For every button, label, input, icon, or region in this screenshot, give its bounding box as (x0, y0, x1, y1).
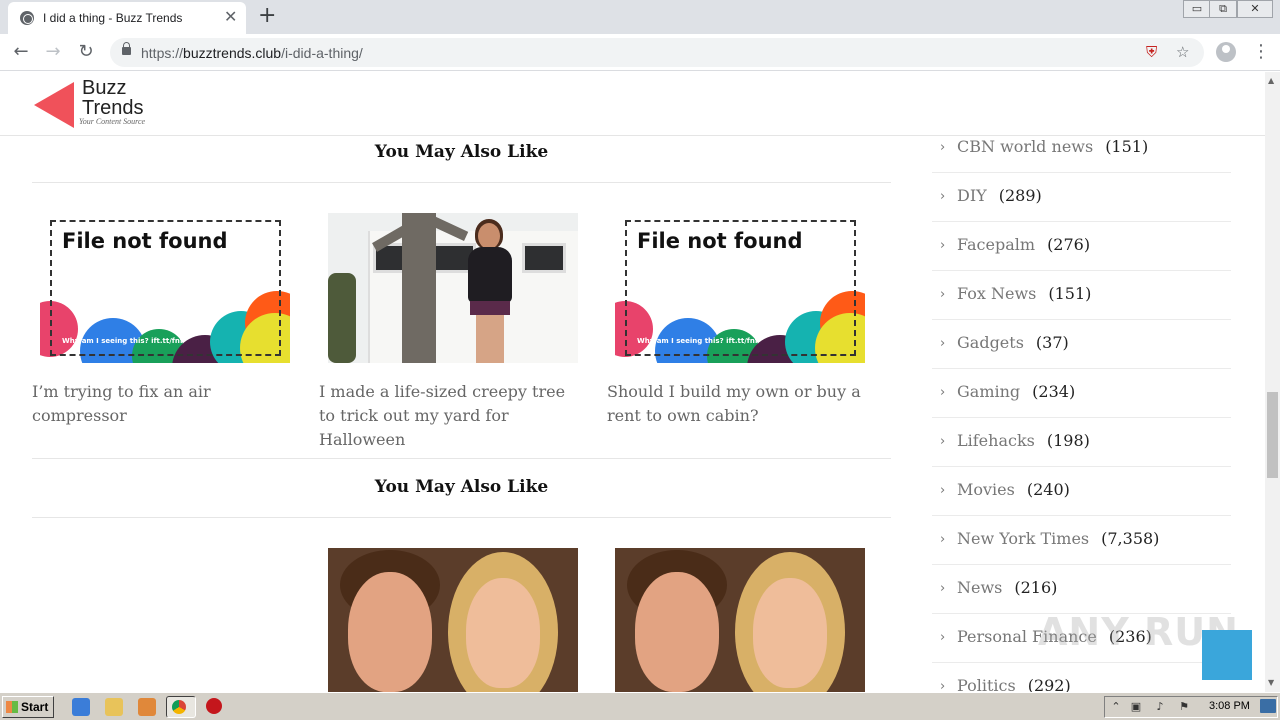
category-item[interactable]: › Fox News (151) (932, 271, 1231, 320)
card-title-link[interactable]: I’m trying to fix an air compressor (32, 380, 292, 428)
show-desktop-icon[interactable] (1260, 699, 1276, 713)
profile-avatar-icon[interactable] (1216, 42, 1236, 62)
card-title-link[interactable]: I made a life-sized creepy tree to trick… (319, 380, 579, 452)
back-arrow-icon[interactable]: ← (11, 42, 31, 62)
chevron-right-icon: › (940, 189, 946, 204)
windows-flag-icon (6, 701, 18, 713)
logo-tagline: Your Content Source (79, 117, 146, 126)
media-player-icon[interactable] (138, 698, 156, 716)
chevron-right-icon: › (940, 483, 946, 498)
window-close-button[interactable]: ✕ (1237, 0, 1273, 18)
address-bar[interactable]: https://buzztrends.club/i-did-a-thing/ ⛨… (110, 38, 1204, 67)
new-tab-button[interactable]: + (258, 5, 276, 27)
category-item[interactable]: › New York Times (7,358) (932, 516, 1231, 565)
logo-triangle-icon[interactable] (34, 82, 74, 128)
minimize-button[interactable]: ▭ (1183, 0, 1211, 18)
taskbar-clock: 3:08 PM (1209, 700, 1250, 712)
scroll-down-arrow-icon[interactable]: ▼ (1268, 678, 1274, 687)
chrome-icon (172, 700, 186, 714)
browser-tab[interactable]: I did a thing - Buzz Trends ✕ (8, 2, 246, 34)
system-tray: ⌃ ▣ ♪ ⚑ 3:08 PM (1104, 696, 1278, 718)
tray-expand-icon[interactable]: ⌃ (1109, 700, 1123, 714)
category-item[interactable]: › Facepalm (276) (932, 222, 1231, 271)
page-viewport: Buzz Trends Your Content Source You May … (0, 72, 1265, 692)
volume-icon[interactable]: ♪ (1153, 700, 1167, 714)
category-item[interactable]: › Movies (240) (932, 467, 1231, 516)
section-title: You May Also Like (374, 477, 549, 497)
chevron-right-icon: › (940, 532, 946, 547)
scrollbar-thumb[interactable] (1267, 392, 1278, 478)
chevron-right-icon: › (940, 630, 946, 645)
lock-icon (122, 42, 131, 55)
flag-icon[interactable]: ⚑ (1177, 700, 1191, 714)
reload-icon[interactable]: ↻ (76, 42, 96, 62)
card-thumbnail-couple-photo[interactable] (615, 548, 865, 692)
scroll-up-arrow-icon[interactable]: ▲ (1268, 76, 1274, 85)
menu-dots-icon[interactable]: ⋮ (1252, 42, 1270, 62)
section-title: You May Also Like (374, 142, 549, 162)
maximize-button[interactable]: ⧉ (1209, 0, 1237, 18)
bookmark-star-icon[interactable]: ☆ (1176, 43, 1189, 61)
chevron-right-icon: › (940, 679, 946, 693)
url-text[interactable]: https://buzztrends.club/i-did-a-thing/ (141, 45, 363, 61)
browser-toolbar: ← → ↻ https://buzztrends.club/i-did-a-th… (0, 34, 1280, 71)
card-thumbnail-tree-photo[interactable] (328, 213, 578, 363)
page-scrollbar[interactable]: ▲ ▼ (1265, 72, 1280, 692)
tab-title: I did a thing - Buzz Trends (43, 11, 183, 25)
chevron-right-icon: › (940, 336, 946, 351)
tab-close-icon[interactable]: ✕ (224, 8, 237, 26)
chevron-right-icon: › (940, 238, 946, 253)
shield-blocked-icon[interactable]: ⛨ (1146, 43, 1157, 61)
opera-icon[interactable] (206, 698, 222, 714)
category-item[interactable]: › Lifehacks (198) (932, 418, 1231, 467)
placeholder-heading: File not found (637, 229, 803, 253)
card-thumbnail-file-not-found[interactable]: File not found Why am I seeing this? ift… (40, 213, 290, 363)
network-icon[interactable]: ▣ (1129, 700, 1143, 714)
chevron-right-icon: › (940, 140, 946, 155)
placeholder-heading: File not found (62, 229, 228, 253)
browser-tab-bar: I did a thing - Buzz Trends ✕ + ▭ ⧉ ✕ (0, 0, 1280, 34)
scroll-to-top-button[interactable] (1202, 630, 1252, 680)
placeholder-subtext: Why am I seeing this? ift.tt/fnf (637, 337, 758, 345)
category-item[interactable]: › News (216) (932, 565, 1231, 614)
windows-taskbar: Start ⌃ ▣ ♪ ⚑ 3:08 PM (0, 692, 1280, 720)
chevron-right-icon: › (940, 287, 946, 302)
divider (32, 458, 891, 459)
chevron-right-icon: › (940, 434, 946, 449)
category-item[interactable]: › Gaming (234) (932, 369, 1231, 418)
card-thumbnail-couple-photo[interactable] (328, 548, 578, 692)
category-item[interactable]: › DIY (289) (932, 173, 1231, 222)
category-item[interactable]: › Gadgets (37) (932, 320, 1231, 369)
divider (32, 517, 891, 518)
site-logo[interactable]: Buzz Trends (82, 78, 144, 118)
card-title-link[interactable]: Should I build my own or buy a rent to o… (607, 380, 867, 428)
chevron-right-icon: › (940, 385, 946, 400)
placeholder-subtext: Why am I seeing this? ift.tt/fnf (62, 337, 183, 345)
start-button[interactable]: Start (2, 696, 54, 718)
globe-icon (20, 11, 34, 25)
forward-arrow-icon[interactable]: → (43, 42, 63, 62)
site-header: Buzz Trends Your Content Source (0, 72, 1265, 136)
category-item[interactable]: › Politics (292) (932, 663, 1231, 692)
internet-explorer-icon[interactable] (72, 698, 90, 716)
divider (32, 182, 891, 183)
chevron-right-icon: › (940, 581, 946, 596)
folder-icon[interactable] (105, 698, 123, 716)
card-thumbnail-file-not-found[interactable]: File not found Why am I seeing this? ift… (615, 213, 865, 363)
